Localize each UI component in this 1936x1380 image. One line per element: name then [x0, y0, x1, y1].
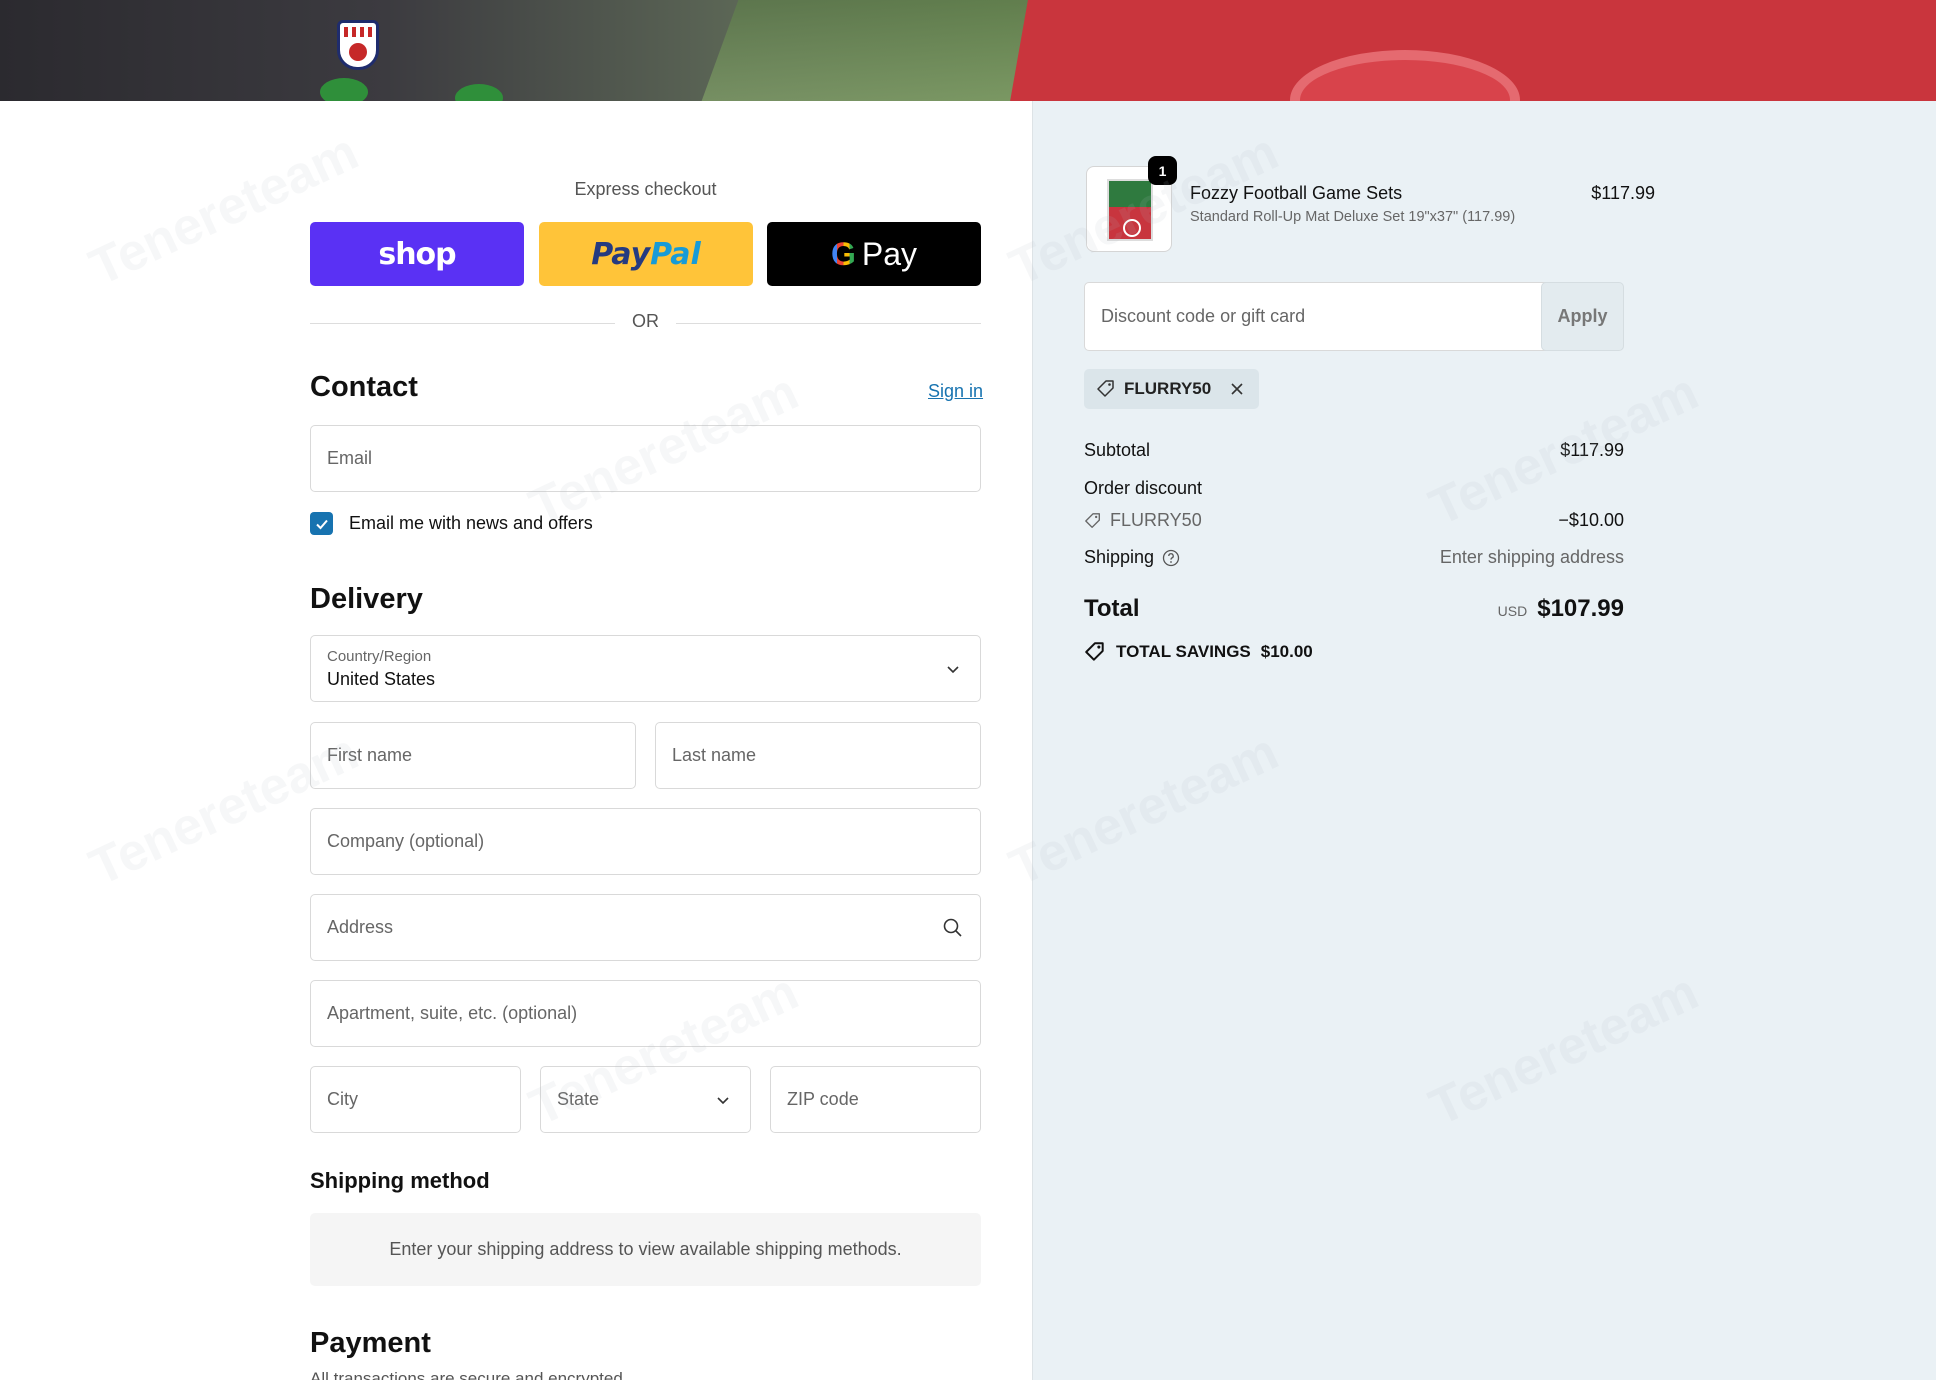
product-image	[1107, 179, 1153, 241]
checkmark-icon	[315, 519, 328, 529]
savings-tag-icon	[1085, 642, 1104, 661]
newsletter-checkbox[interactable]	[310, 512, 333, 535]
discount-code-cell: FLURRY50	[1084, 510, 1202, 531]
shipping-method-note: Enter your shipping address to view avai…	[310, 1213, 981, 1286]
google-pay-label: Pay	[861, 235, 918, 272]
discount-input[interactable]	[1085, 283, 1553, 350]
store-logo[interactable]	[337, 20, 379, 70]
applied-code-label: FLURRY50	[1124, 379, 1212, 398]
total-value-cell: USD $107.99	[1498, 595, 1624, 623]
order-discount-row: Order discount	[1084, 478, 1624, 499]
city-field[interactable]	[310, 1066, 521, 1133]
shipping-label-cell: Shipping	[1084, 547, 1180, 568]
order-summary-panel: 1 Fozzy Football Game Sets Standard Roll…	[1032, 101, 1936, 1380]
discount-value: −$10.00	[1558, 510, 1624, 530]
tag-icon	[1085, 512, 1100, 528]
contact-title: Contact	[310, 371, 418, 403]
last-name-field[interactable]	[655, 722, 981, 789]
zip-field[interactable]	[770, 1066, 981, 1133]
google-g-icon: G	[830, 235, 856, 272]
discount-code-row: FLURRY50 −$10.00	[1084, 510, 1624, 531]
address-input[interactable]	[311, 895, 980, 960]
apartment-field[interactable]	[310, 980, 981, 1047]
quantity-badge: 1	[1148, 156, 1177, 185]
banner-field-graphic	[701, 0, 1059, 101]
currency-code: USD	[1497, 603, 1528, 619]
subtotal-value: $117.99	[1560, 440, 1624, 460]
applied-discount-chip: FLURRY50	[1084, 369, 1260, 409]
delivery-title: Delivery	[310, 583, 423, 615]
state-label: State	[557, 1089, 600, 1109]
email-field[interactable]	[310, 425, 981, 492]
paypal-button[interactable]: Pay Pal	[539, 222, 753, 286]
remove-discount-icon[interactable]	[1229, 381, 1245, 397]
header-banner	[0, 0, 1936, 101]
country-select[interactable]: Country/Region United States	[310, 635, 981, 702]
apply-button[interactable]: Apply	[1541, 282, 1624, 351]
payment-note: All transactions are secure and encrypte…	[310, 1369, 628, 1380]
checkout-form-column: Express checkout shop Pay Pal G Pay OR Con…	[0, 101, 1032, 1380]
paypal-pay-label: Pay	[591, 236, 651, 272]
product-variant: Standard Roll-Up Mat Deluxe Set 19"x37" …	[1190, 209, 1516, 225]
shipping-method-title: Shipping method	[310, 1168, 490, 1193]
state-select[interactable]: State	[540, 1066, 751, 1133]
or-label: OR	[632, 311, 659, 331]
company-input[interactable]	[311, 809, 980, 874]
total-value: $107.99	[1537, 595, 1624, 622]
zip-input[interactable]	[771, 1067, 980, 1132]
express-checkout-title: Express checkout	[574, 179, 717, 199]
shop-pay-button[interactable]: shop	[310, 222, 524, 286]
first-name-field[interactable]	[310, 722, 636, 789]
chevron-down-icon	[947, 666, 959, 674]
savings-value: $10.00	[1260, 642, 1313, 661]
subtotal-row: Subtotal $117.99	[1084, 440, 1624, 461]
discount-code-label: FLURRY50	[1110, 510, 1202, 530]
product-name: Fozzy Football Game Sets	[1190, 183, 1403, 203]
shipping-label: Shipping	[1084, 547, 1155, 567]
help-icon[interactable]	[1162, 549, 1180, 567]
first-name-input[interactable]	[311, 723, 635, 788]
order-discount-label: Order discount	[1084, 478, 1203, 498]
apartment-input[interactable]	[311, 981, 980, 1046]
shipping-value: Enter shipping address	[1439, 547, 1624, 567]
chevron-down-icon	[717, 1097, 729, 1105]
shop-pay-label: shop	[378, 236, 456, 272]
total-savings: TOTAL SAVINGS $10.00	[1084, 641, 1313, 663]
search-icon[interactable]	[942, 917, 964, 939]
total-label: Total	[1084, 595, 1140, 622]
tag-icon	[1097, 380, 1114, 397]
shipping-row: Shipping Enter shipping address	[1084, 547, 1624, 568]
newsletter-checkbox-row[interactable]: Email me with news and offers	[310, 512, 593, 535]
discount-field[interactable]	[1084, 282, 1554, 351]
address-field[interactable]	[310, 894, 981, 961]
country-label: Country/Region	[327, 648, 432, 665]
company-field[interactable]	[310, 808, 981, 875]
banner-player-base	[320, 78, 368, 101]
google-pay-button[interactable]: G Pay	[767, 222, 981, 286]
city-input[interactable]	[311, 1067, 520, 1132]
paypal-pal-label: Pal	[650, 236, 701, 272]
or-divider: OR	[310, 311, 981, 335]
country-value: United States	[327, 669, 436, 689]
savings-label: TOTAL SAVINGS	[1116, 642, 1251, 661]
total-row: Total USD $107.99	[1084, 595, 1624, 623]
sign-in-link[interactable]: Sign in	[928, 381, 983, 402]
banner-player-base	[455, 84, 503, 101]
payment-title: Payment	[310, 1327, 431, 1359]
newsletter-label: Email me with news and offers	[349, 513, 593, 533]
email-input[interactable]	[311, 426, 980, 491]
subtotal-label: Subtotal	[1084, 440, 1151, 460]
last-name-input[interactable]	[656, 723, 980, 788]
divider-line	[676, 323, 981, 324]
product-price: $117.99	[1591, 183, 1655, 203]
